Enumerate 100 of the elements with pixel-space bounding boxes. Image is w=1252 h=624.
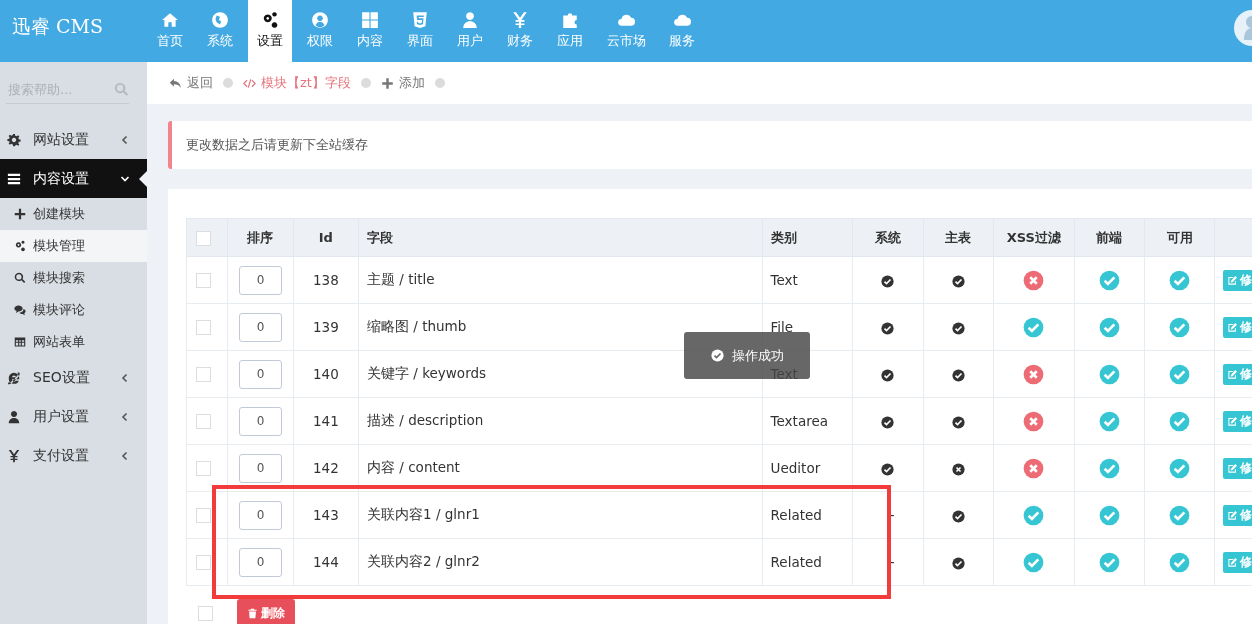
nav-tab[interactable]: 服务 <box>657 0 707 62</box>
sidebar-item[interactable]: SEO设置 <box>0 358 147 397</box>
check-circle-icon[interactable] <box>1098 316 1120 338</box>
table-cell: 143 <box>293 491 359 539</box>
check-circle-icon[interactable] <box>951 368 965 382</box>
checkbox[interactable] <box>196 230 211 246</box>
table-cell: 内容 / content <box>358 444 763 492</box>
check-circle-icon[interactable] <box>1023 504 1045 526</box>
sidebar-subitem[interactable]: 模块搜索 <box>0 262 147 294</box>
check-circle-icon[interactable] <box>1169 269 1191 291</box>
back-link[interactable]: 返回 <box>169 74 213 92</box>
comments-icon <box>14 304 26 316</box>
nav-tab[interactable]: 首页 <box>145 0 195 62</box>
header-cell: 前端 <box>1074 218 1145 257</box>
checkbox[interactable] <box>196 414 211 430</box>
table-cell: 关联内容1 / glnr1 <box>358 491 763 539</box>
checkbox[interactable] <box>196 508 211 524</box>
check-circle-icon[interactable] <box>1098 363 1120 385</box>
yen-icon <box>7 448 21 463</box>
alert-message: 更改数据之后请更新下全站缓存 <box>168 121 1252 169</box>
delete-button[interactable]: 删除 <box>237 599 295 624</box>
sidebar-subitem[interactable]: 网站表单 <box>0 326 147 358</box>
nav-tab[interactable]: 界面 <box>395 0 445 62</box>
x-circle-icon[interactable] <box>951 462 965 476</box>
check-circle-icon[interactable] <box>1169 457 1191 479</box>
shield-icon <box>411 11 429 29</box>
order-field[interactable]: 0 <box>238 265 282 295</box>
checkbox[interactable] <box>196 273 211 289</box>
checkbox[interactable] <box>196 555 211 571</box>
checkbox[interactable] <box>196 367 211 383</box>
check-circle-icon[interactable] <box>951 274 965 288</box>
nav-tab[interactable]: 权限 <box>295 0 345 62</box>
check-circle-icon[interactable] <box>1098 269 1120 291</box>
chevron-left-icon <box>120 134 130 145</box>
sidebar-item[interactable]: 用户设置 <box>0 397 147 436</box>
check-circle-icon[interactable] <box>1169 504 1191 526</box>
table-cell: 142 <box>293 444 359 492</box>
add-link[interactable]: 添加 <box>380 74 425 92</box>
check-circle-icon[interactable] <box>951 415 965 429</box>
check-circle-icon[interactable] <box>1169 551 1191 573</box>
table-cell: 140 <box>293 350 359 398</box>
checkbox[interactable] <box>196 320 211 336</box>
table-cell-text: - <box>888 554 896 570</box>
table-icon <box>14 336 26 348</box>
checkbox[interactable] <box>196 461 211 477</box>
header-cell: XSS过滤 <box>993 218 1074 257</box>
sidebar-subitem[interactable]: 模块管理 <box>0 230 147 262</box>
check-circle-icon[interactable] <box>951 556 965 570</box>
puzzle-icon <box>561 11 579 29</box>
check-circle-icon[interactable] <box>1098 410 1120 432</box>
sidebar-item[interactable]: 内容设置 <box>0 159 147 198</box>
sidebar-subitem[interactable]: 模块评论 <box>0 294 147 326</box>
sidebar-item[interactable]: 支付设置 <box>0 436 147 475</box>
sidebar-subitem[interactable]: 创建模块 <box>0 198 147 230</box>
check-circle-icon[interactable] <box>1098 504 1120 526</box>
search-icon[interactable] <box>114 82 129 97</box>
check-circle-icon[interactable] <box>1169 363 1191 385</box>
yen-icon <box>511 11 529 29</box>
current-crumb[interactable]: 模块【zt】字段 <box>243 74 351 92</box>
check-circle-icon[interactable] <box>1023 316 1045 338</box>
order-field[interactable]: 0 <box>238 406 282 436</box>
order-field[interactable]: 0 <box>238 359 282 389</box>
header-cell: 系统 <box>852 218 924 257</box>
table-cell: 139 <box>293 303 359 351</box>
table-cell: Ueditor <box>762 444 853 492</box>
check-circle-icon[interactable] <box>1023 551 1045 573</box>
order-field[interactable]: 0 <box>238 500 282 530</box>
separator-dot <box>434 78 445 88</box>
check-circle-icon[interactable] <box>1169 410 1191 432</box>
table-cell: 144 <box>293 538 359 586</box>
code-icon <box>243 76 256 90</box>
edit-icon <box>1227 274 1239 286</box>
user-icon <box>7 409 21 424</box>
checkbox[interactable] <box>198 605 213 621</box>
sidebar-item[interactable]: 网站设置 <box>0 120 147 159</box>
nav-tab[interactable]: 设置 <box>248 0 292 62</box>
table-cell-text: - <box>888 507 896 523</box>
nav-tab[interactable]: 财务 <box>495 0 545 62</box>
header-cell: 主表 <box>923 218 994 257</box>
table-cell: Text <box>762 256 853 304</box>
nav-tab[interactable]: 系统 <box>195 0 245 62</box>
table-cell: 138 <box>293 256 359 304</box>
check-circle-icon[interactable] <box>1098 551 1120 573</box>
check-circle-icon[interactable] <box>1169 316 1191 338</box>
search-icon <box>14 272 26 284</box>
pointer-arrow <box>139 171 147 187</box>
check-circle-icon[interactable] <box>1098 457 1120 479</box>
home-icon <box>161 11 179 29</box>
user-icon <box>461 11 479 29</box>
nav-tab[interactable]: 内容 <box>345 0 395 62</box>
nav-tab[interactable]: 应用 <box>545 0 595 62</box>
trash-icon <box>247 607 258 619</box>
order-field[interactable]: 0 <box>238 547 282 577</box>
nav-tab[interactable]: 用户 <box>445 0 495 62</box>
order-field[interactable]: 0 <box>238 453 282 483</box>
check-circle-icon[interactable] <box>951 509 965 523</box>
order-field[interactable]: 0 <box>238 312 282 342</box>
nav-tab[interactable]: 云市场 <box>595 0 657 62</box>
table-cell: 关联内容2 / glnr2 <box>358 538 763 586</box>
check-circle-icon[interactable] <box>951 321 965 335</box>
